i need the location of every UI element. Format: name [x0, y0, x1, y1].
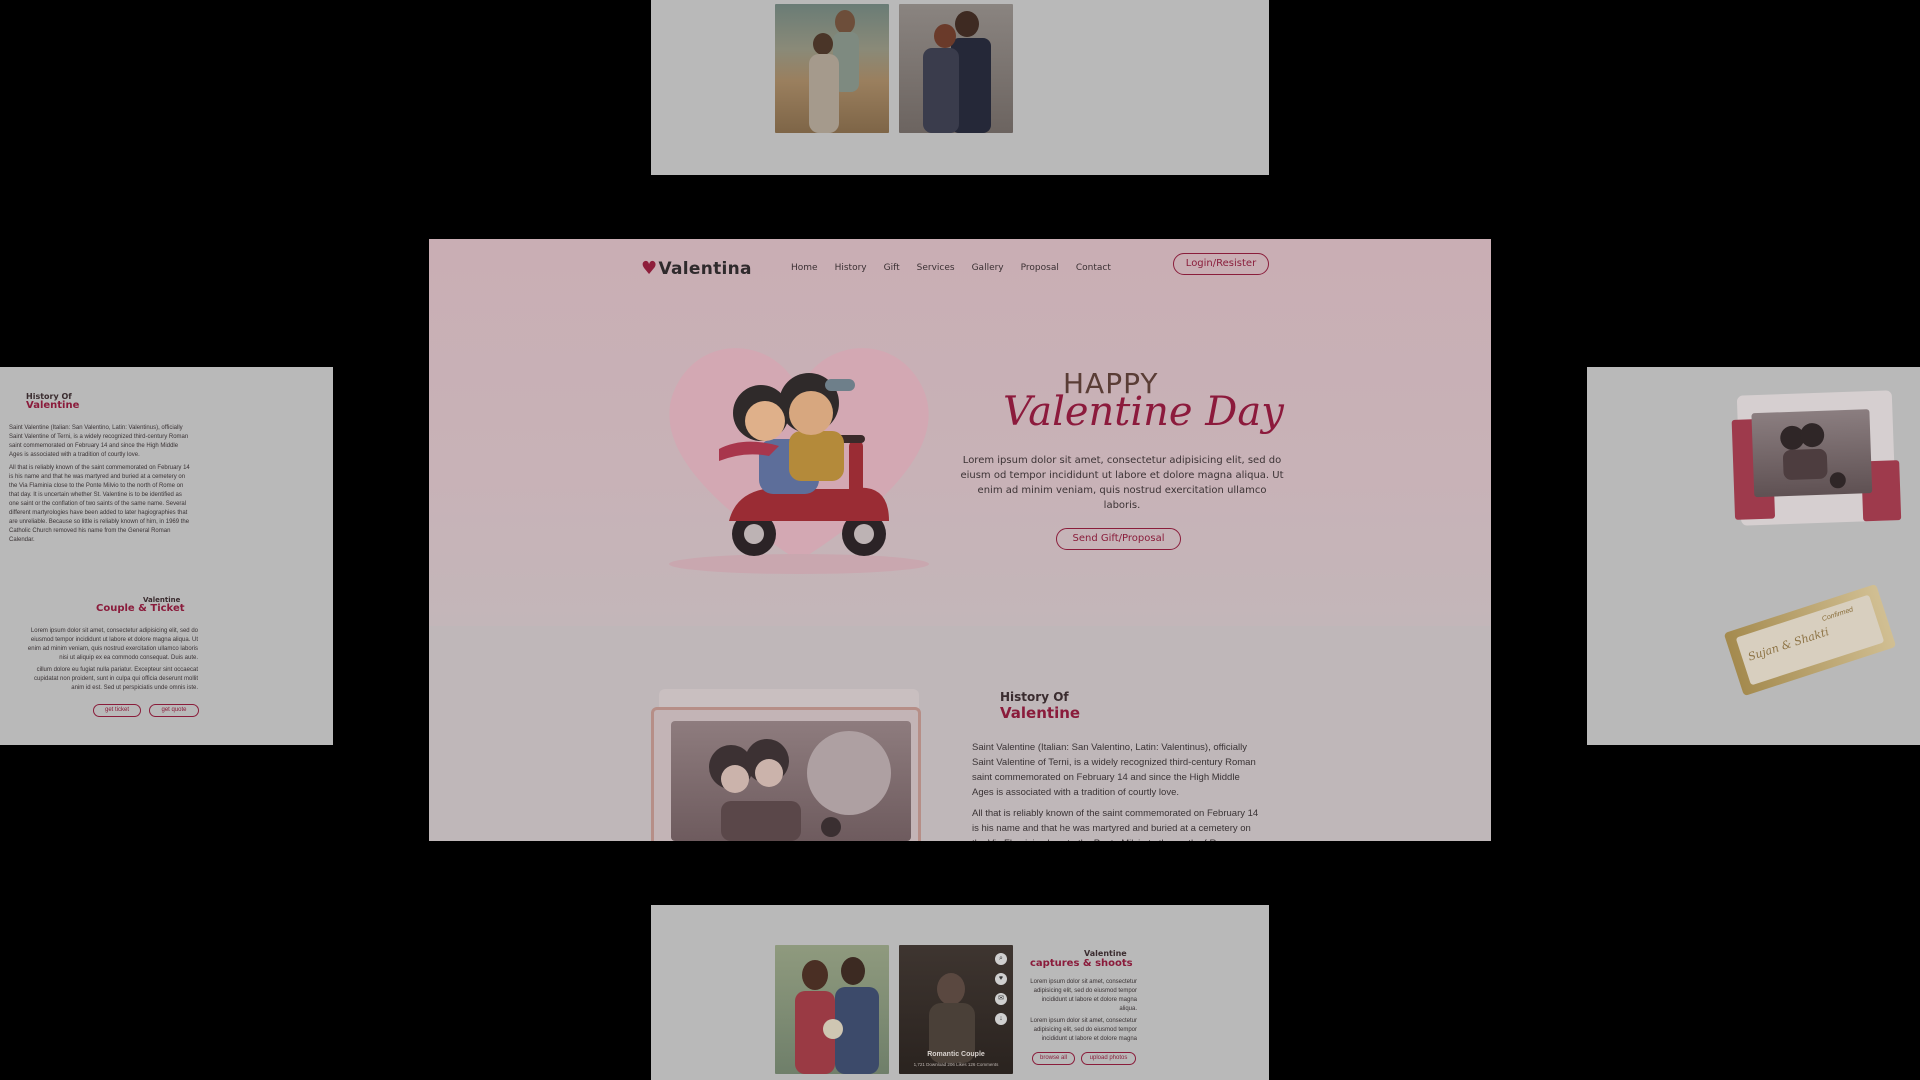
- hero-description: Lorem ipsum dolor sit amet, consectetur …: [960, 455, 1284, 511]
- nav-history[interactable]: History: [835, 263, 867, 273]
- download-icon[interactable]: ↓: [995, 1013, 1007, 1025]
- couple-photo-indoor: [899, 4, 1013, 133]
- left-couple-big: Couple & Ticket: [96, 603, 185, 614]
- hero-section: ♥Valentina Home History Gift Services Ga…: [429, 239, 1491, 626]
- left-history-big: Valentine: [26, 400, 80, 411]
- left-history-para-1: Saint Valentine (Italian: San Valentino,…: [9, 425, 189, 458]
- bottom-para-1: Lorem ipsum dolor sit amet, consectetur …: [1030, 979, 1137, 1012]
- history-heading-big: Valentine: [1000, 704, 1081, 722]
- brand-name: Valentina: [658, 259, 752, 279]
- history-paragraph-2: All that is reliably known of the saint …: [972, 808, 1259, 841]
- browse-all-button[interactable]: browse all: [1032, 1052, 1075, 1065]
- bottom-para-2: Lorem ipsum dolor sit amet, consectetur …: [1030, 1018, 1137, 1042]
- couple-silhouette-icon: [809, 10, 859, 133]
- bottom-preview-panel: ⌕ ♥ ✉ ↓ Romantic Couple 1,721 Download 2…: [651, 905, 1269, 1080]
- top-preview-panel: [651, 0, 1269, 175]
- right-preview-panel: Sujan & Shakti Confirmed: [1587, 367, 1920, 745]
- history-stamp-image: [651, 689, 921, 841]
- heart-icon[interactable]: ♥: [995, 973, 1007, 985]
- comment-icon[interactable]: ✉: [995, 993, 1007, 1005]
- bottom-heading-small: Valentine: [1084, 949, 1127, 958]
- left-couple-para-1: Lorem ipsum dolor sit amet, consectetur …: [27, 628, 198, 661]
- nav-contact[interactable]: Contact: [1076, 263, 1111, 273]
- nav-gift[interactable]: Gift: [884, 263, 900, 273]
- card-meta: 1,721 Download 206 Likes 126 Comments: [913, 1062, 999, 1067]
- card-title: Romantic Couple: [927, 1051, 985, 1058]
- left-couple-para-2: cillum dolore eu fugiat nulla pariatur. …: [34, 667, 198, 691]
- couple-scooter-photo-icon: [1780, 423, 1846, 489]
- couple-silhouette-icon: [923, 11, 991, 133]
- stamp-photo-frame: [1731, 390, 1902, 526]
- nav-proposal[interactable]: Proposal: [1021, 263, 1059, 273]
- history-heading-small: History Of: [1000, 690, 1069, 704]
- hero-title-script: Valentine Day: [1003, 389, 1284, 435]
- heart-icon: ♥: [641, 258, 658, 279]
- valentine-ticket: Sujan & Shakti Confirmed: [1723, 583, 1897, 697]
- send-gift-button[interactable]: Send Gift/Proposal: [1056, 528, 1181, 550]
- get-ticket-button[interactable]: get ticket: [93, 704, 141, 717]
- search-icon[interactable]: ⌕: [995, 953, 1007, 965]
- couple-photo-field: [775, 4, 889, 133]
- main-landing-page: ♥Valentina Home History Gift Services Ga…: [429, 239, 1491, 841]
- couple-silhouette-icon: [795, 957, 879, 1074]
- login-button[interactable]: Login/Resister: [1173, 253, 1269, 275]
- left-history-para-2: All that is reliably known of the saint …: [9, 465, 190, 543]
- get-quote-button[interactable]: get quote: [149, 704, 199, 717]
- nav-services[interactable]: Services: [917, 263, 955, 273]
- left-preview-panel: History Of Valentine Saint Valentine (It…: [0, 367, 333, 745]
- couple-illustration-sepia: [709, 731, 891, 841]
- upload-photos-button[interactable]: upload photos: [1081, 1052, 1136, 1065]
- navbar: ♥Valentina Home History Gift Services Ga…: [429, 253, 1491, 283]
- romantic-couple-card[interactable]: ⌕ ♥ ✉ ↓ Romantic Couple 1,721 Download 2…: [899, 945, 1013, 1074]
- scooter-couple-illustration: [669, 348, 929, 574]
- brand-logo[interactable]: ♥Valentina: [641, 258, 752, 279]
- nav-home[interactable]: Home: [791, 263, 818, 273]
- bottom-heading-big: captures & shoots: [1030, 958, 1133, 969]
- couple-photo-flowers: [775, 945, 889, 1074]
- nav-gallery[interactable]: Gallery: [972, 263, 1004, 273]
- nav-links: Home History Gift Services Gallery Propo…: [791, 263, 1128, 273]
- history-paragraph-1: Saint Valentine (Italian: San Valentino,…: [972, 742, 1256, 798]
- presentation-stage: ♥Valentina Home History Gift Services Ga…: [0, 0, 1920, 1080]
